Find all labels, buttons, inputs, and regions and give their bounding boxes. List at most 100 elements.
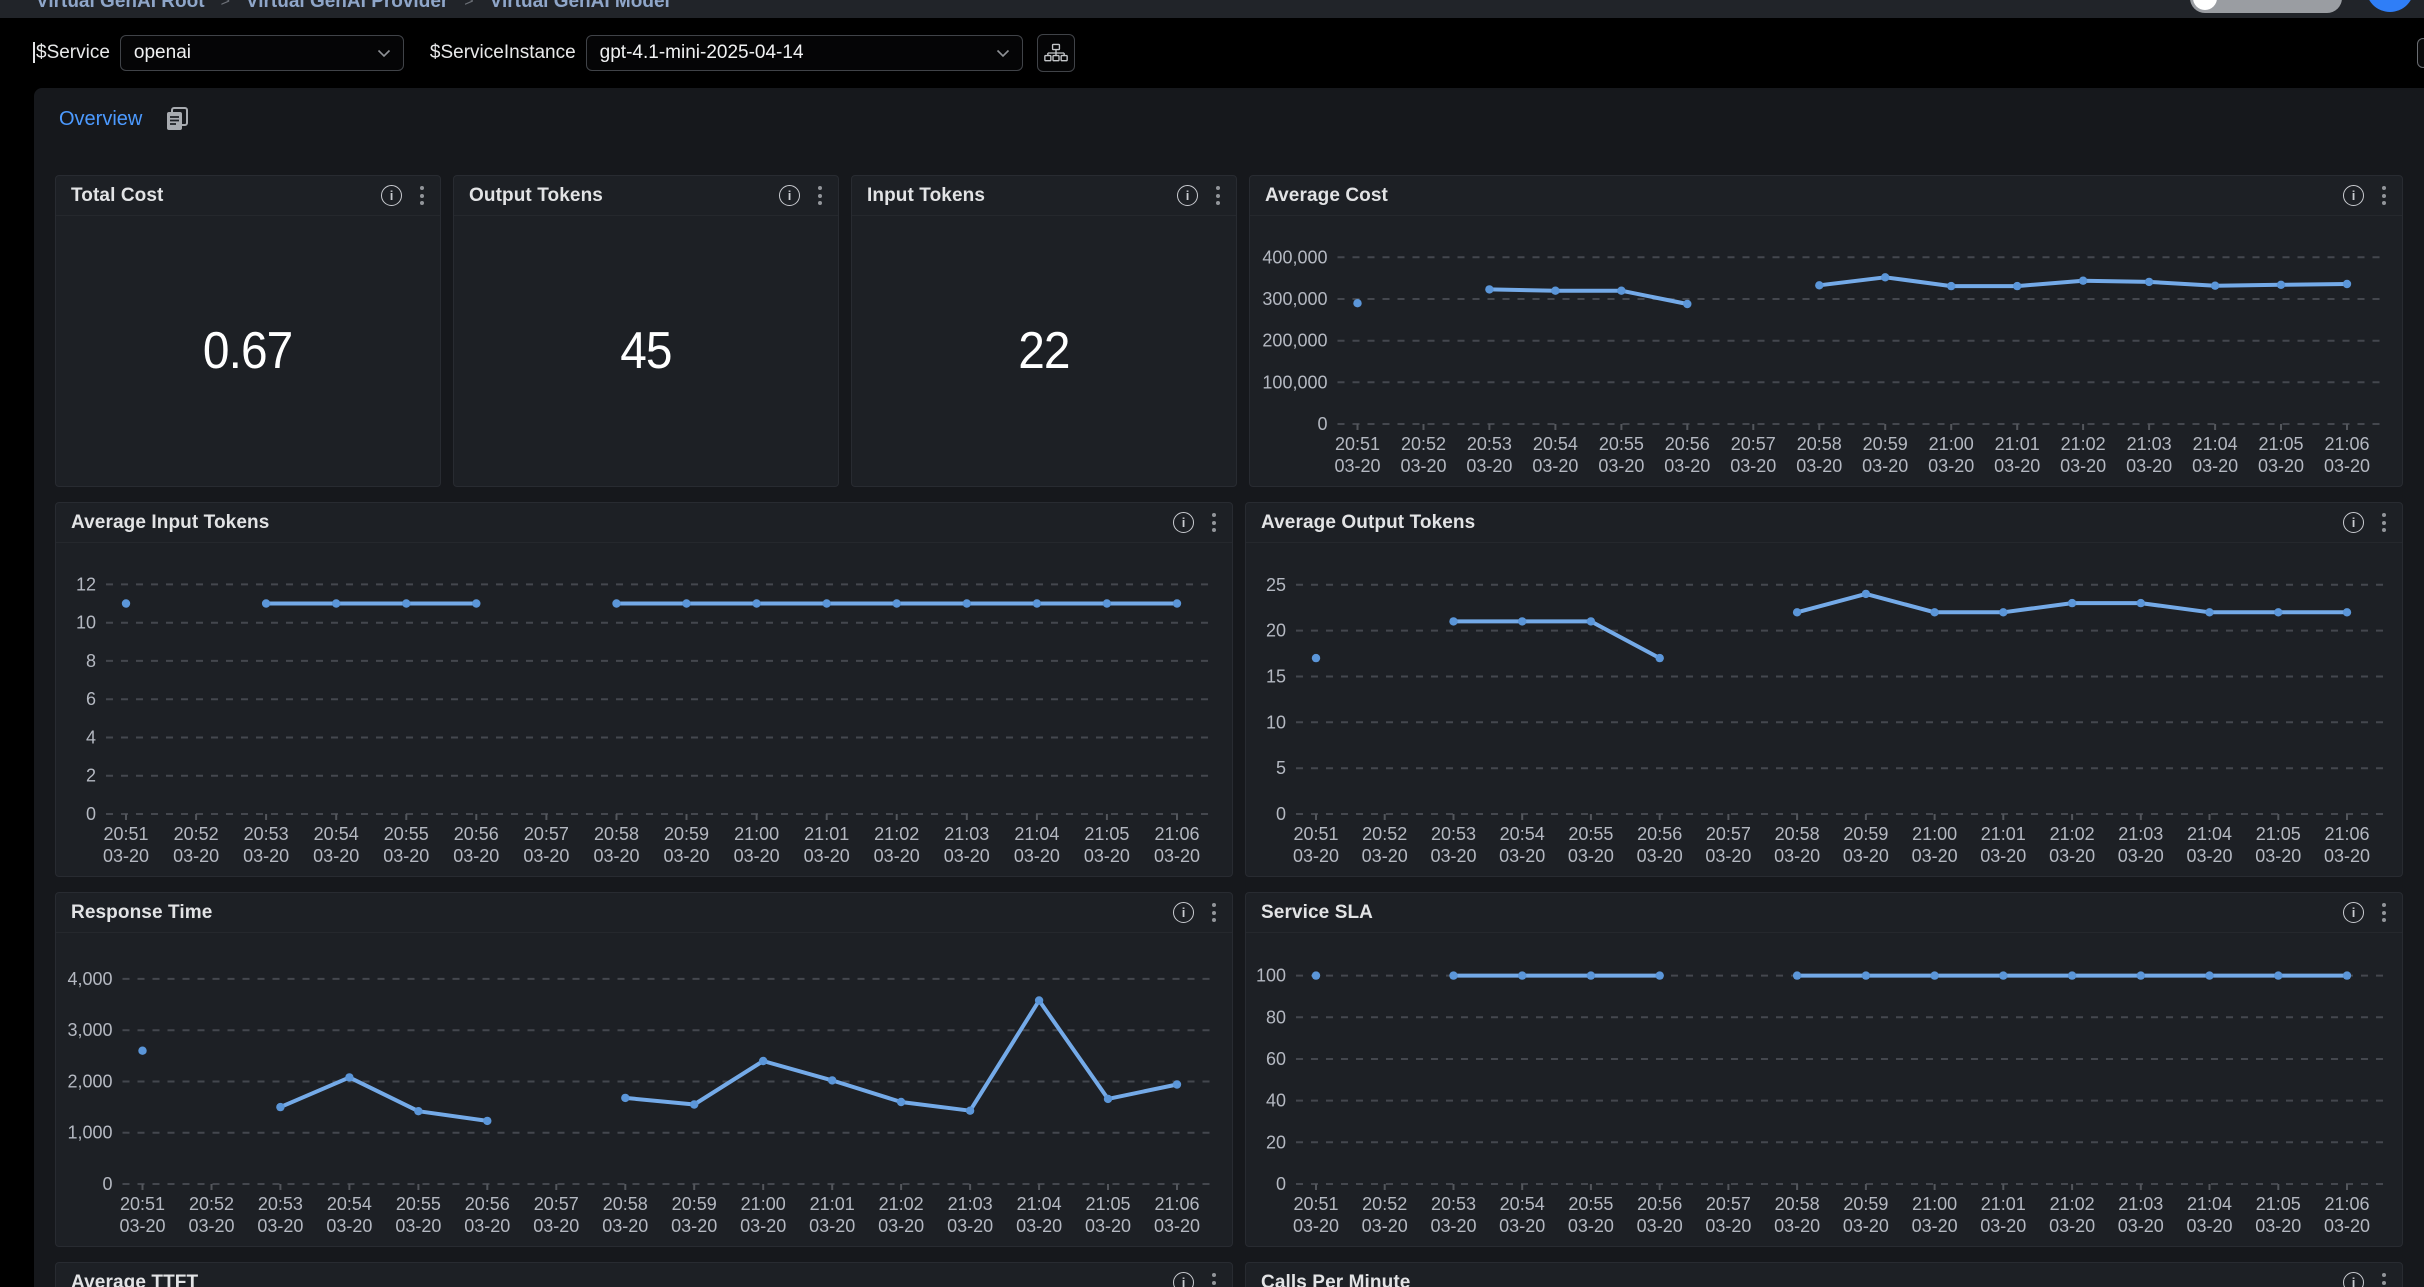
svg-text:20:52: 20:52 [189,1194,234,1214]
svg-text:10: 10 [76,613,96,633]
kebab-menu-icon[interactable] [1210,1271,1218,1287]
svg-text:03-20: 03-20 [2049,1216,2095,1236]
svg-text:03-20: 03-20 [1154,1216,1200,1236]
svg-text:03-20: 03-20 [1400,456,1446,476]
svg-text:20:59: 20:59 [672,1194,717,1214]
svg-text:25: 25 [1266,575,1286,595]
panel-total-cost: Total Cost i 0.67 [55,175,441,487]
svg-text:03-20: 03-20 [2192,456,2238,476]
breadcrumb-item-provider[interactable]: Virtual GenAI Provider [246,0,448,13]
svg-text:20:53: 20:53 [244,824,289,844]
svg-text:21:00: 21:00 [1912,1194,1957,1214]
kebab-menu-icon[interactable] [418,184,426,207]
kebab-menu-icon[interactable] [1210,511,1218,534]
kebab-menu-icon[interactable] [1214,184,1222,207]
info-icon[interactable]: i [779,185,800,206]
svg-text:21:02: 21:02 [874,824,919,844]
svg-text:21:01: 21:01 [1981,824,2026,844]
info-icon[interactable]: i [1173,512,1194,533]
svg-text:03-20: 03-20 [2060,456,2106,476]
service-select[interactable]: openai [120,35,404,71]
svg-text:03-20: 03-20 [2049,846,2095,866]
svg-text:03-20: 03-20 [1637,846,1683,866]
svg-text:20:54: 20:54 [327,1194,372,1214]
svg-text:03-20: 03-20 [119,1216,165,1236]
topbar-pill-button[interactable] [2190,0,2342,13]
instance-variable-label: $ServiceInstance [430,42,576,64]
average-cost-chart[interactable]: 0100,000200,000300,000400,00020:5103-202… [1250,216,2402,486]
panel-title: Calls Per Minute [1261,1272,2343,1287]
svg-text:20:51: 20:51 [120,1194,165,1214]
svg-text:03-20: 03-20 [257,1216,303,1236]
panel-title: Service SLA [1261,902,2343,924]
svg-text:03-20: 03-20 [734,846,780,866]
breadcrumb-item-model[interactable]: Virtual GenAI Model [490,0,670,13]
svg-text:03-20: 03-20 [453,846,499,866]
svg-text:20:53: 20:53 [1431,824,1476,844]
info-icon[interactable]: i [2343,512,2364,533]
info-icon[interactable]: i [1173,1272,1194,1287]
svg-text:21:03: 21:03 [2118,1194,2163,1214]
svg-text:03-20: 03-20 [593,846,639,866]
svg-text:21:02: 21:02 [2050,1194,2095,1214]
kebab-menu-icon[interactable] [1210,901,1218,924]
svg-text:21:01: 21:01 [804,824,849,844]
svg-text:03-20: 03-20 [1705,1216,1751,1236]
svg-text:21:02: 21:02 [879,1194,924,1214]
svg-text:03-20: 03-20 [1598,456,1644,476]
average-output-tokens-chart[interactable]: 051015202520:5103-2020:5203-2020:5303-20… [1246,543,2402,876]
svg-text:21:03: 21:03 [2127,434,2172,454]
svg-text:20:54: 20:54 [1500,1194,1545,1214]
tab-overview[interactable]: Overview [59,108,142,131]
info-icon[interactable]: i [381,185,402,206]
svg-text:2,000: 2,000 [67,1072,112,1092]
collapsed-edge-button[interactable] [2417,38,2424,68]
kebab-menu-icon[interactable] [816,184,824,207]
info-icon[interactable]: i [2343,185,2364,206]
svg-text:8: 8 [86,651,96,671]
svg-text:03-20: 03-20 [1774,1216,1820,1236]
service-sla-chart[interactable]: 02040608010020:5103-2020:5203-2020:5303-… [1246,933,2402,1246]
svg-text:3,000: 3,000 [67,1020,112,1040]
service-instance-select[interactable]: gpt-4.1-mini-2025-04-14 [586,35,1023,71]
svg-text:03-20: 03-20 [1568,846,1614,866]
info-icon[interactable]: i [2343,1272,2364,1287]
svg-text:03-20: 03-20 [2324,1216,2370,1236]
svg-text:21:01: 21:01 [1981,1194,2026,1214]
info-icon[interactable]: i [1177,185,1198,206]
svg-text:03-20: 03-20 [1084,846,1130,866]
average-input-tokens-chart[interactable]: 02468101220:5103-2020:5203-2020:5303-202… [56,543,1232,876]
panel-title: Output Tokens [469,185,779,207]
svg-text:20:57: 20:57 [1706,1194,1751,1214]
svg-text:03-20: 03-20 [2186,846,2232,866]
response-time-chart[interactable]: 01,0002,0003,0004,00020:5103-2020:5203-2… [56,933,1232,1246]
kebab-menu-icon[interactable] [2380,901,2388,924]
svg-text:20:51: 20:51 [1293,1194,1338,1214]
svg-text:03-20: 03-20 [1014,846,1060,866]
breadcrumb-item-root[interactable]: Virtual GenAI Root [36,0,205,13]
copy-dashboard-icon[interactable] [166,107,188,131]
svg-text:20:55: 20:55 [1568,1194,1613,1214]
svg-text:03-20: 03-20 [2324,846,2370,866]
info-icon[interactable]: i [2343,902,2364,923]
primary-action-button[interactable] [2366,0,2414,12]
kebab-menu-icon[interactable] [2380,511,2388,534]
kebab-menu-icon[interactable] [2380,1271,2388,1287]
panel-title: Total Cost [71,185,381,207]
svg-text:20:58: 20:58 [1797,434,1842,454]
svg-text:03-20: 03-20 [878,1216,924,1236]
info-icon[interactable]: i [1173,902,1194,923]
svg-text:03-20: 03-20 [2118,1216,2164,1236]
svg-text:20:57: 20:57 [1706,824,1751,844]
svg-text:21:04: 21:04 [2193,434,2238,454]
svg-text:21:05: 21:05 [2258,434,2303,454]
topology-view-button[interactable] [1037,34,1075,72]
svg-text:21:01: 21:01 [810,1194,855,1214]
kebab-menu-icon[interactable] [2380,184,2388,207]
svg-text:100: 100 [1256,966,1286,986]
svg-text:03-20: 03-20 [188,1216,234,1236]
svg-text:4: 4 [86,728,96,748]
svg-text:03-20: 03-20 [326,1216,372,1236]
svg-text:20:59: 20:59 [1863,434,1908,454]
panel-average-ttft: Average TTFT i [55,1262,1233,1287]
